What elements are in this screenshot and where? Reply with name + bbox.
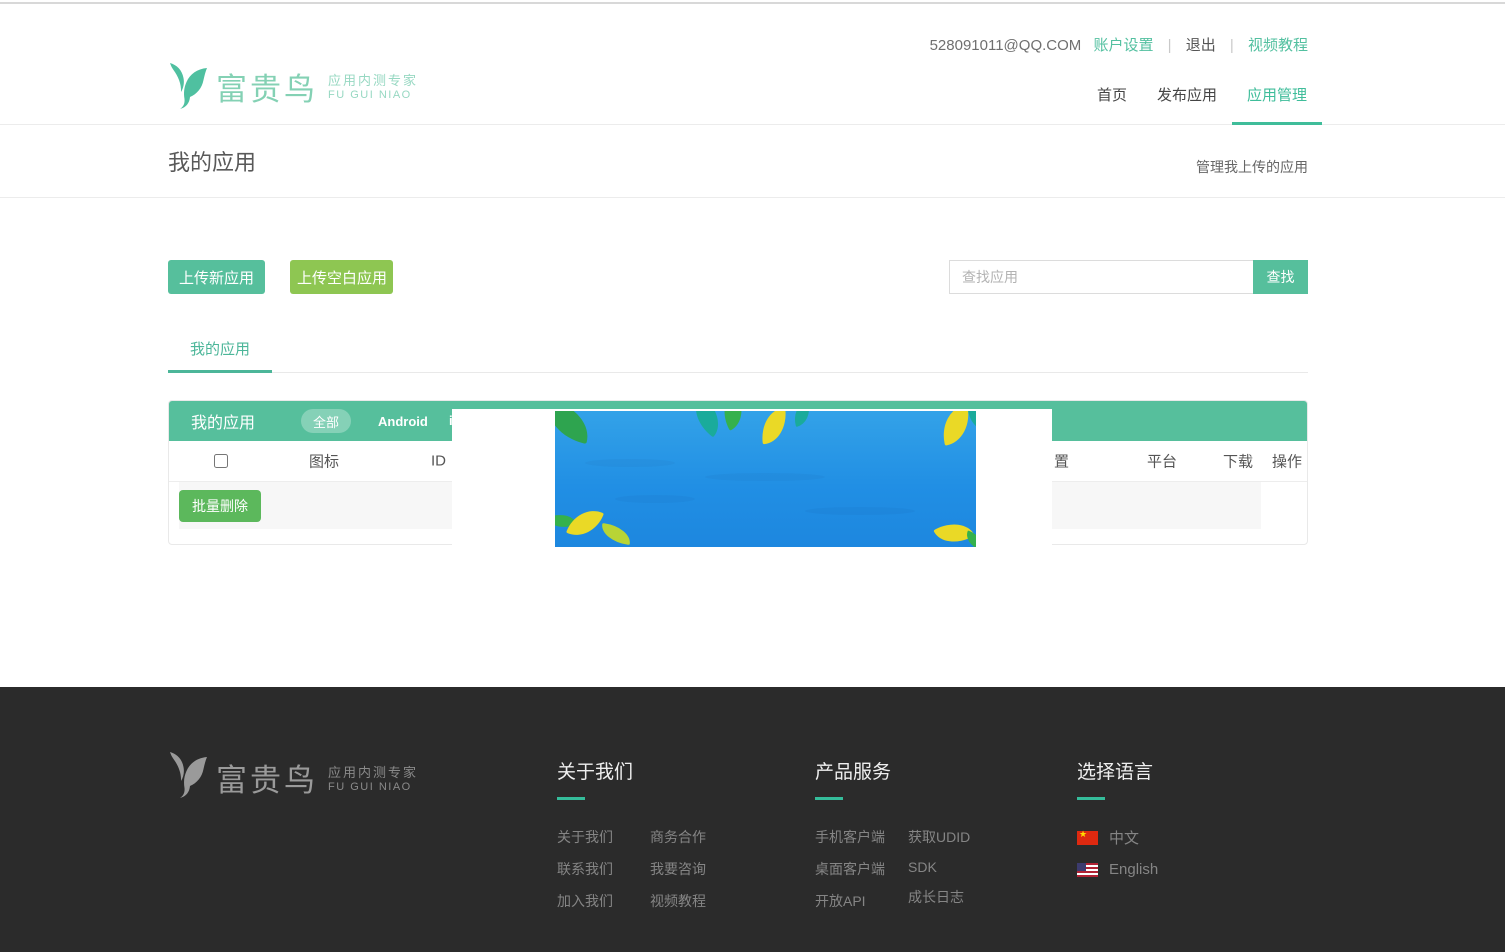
footer-link-about-us[interactable]: 关于我们	[557, 827, 650, 847]
bird-logo-icon	[168, 62, 208, 110]
video-tutorial-link[interactable]: 视频教程	[1248, 37, 1308, 54]
account-settings-link[interactable]: 账户设置	[1093, 37, 1153, 54]
footer-link-mobile-client[interactable]: 手机客户端	[815, 827, 908, 847]
site-header: 528091011@QQ.COM 账户设置 | 退出 | 视频教程 富贵鸟 应用…	[0, 4, 1505, 125]
nav-item-home[interactable]: 首页	[1082, 84, 1142, 125]
filter-android[interactable]: Android	[378, 414, 428, 429]
footer-brand-tagline-cn: 应用内测专家	[328, 765, 418, 781]
search-input[interactable]	[949, 260, 1253, 294]
page-title: 我的应用	[168, 145, 256, 177]
leaves-banner-image	[555, 411, 976, 547]
select-all-checkbox[interactable]	[214, 454, 228, 468]
tab-bar: 我的应用	[168, 338, 1308, 373]
column-header-download: 下载	[1223, 451, 1253, 472]
floating-banner-overlay	[452, 409, 1052, 547]
footer-heading-language: 选择语言	[1077, 757, 1158, 784]
nav-item-publish-app[interactable]: 发布应用	[1142, 84, 1232, 125]
language-option-chinese[interactable]: 中文	[1077, 827, 1158, 848]
bird-logo-icon	[168, 751, 208, 804]
us-flag-icon	[1077, 863, 1098, 877]
footer-brand-tagline-en: FU GUI NIAO	[328, 781, 418, 795]
footer-link-desktop-client[interactable]: 桌面客户端	[815, 859, 908, 879]
footer-heading-products: 产品服务	[815, 757, 1001, 784]
footer-link-open-api[interactable]: 开放API	[815, 891, 908, 911]
footer-column-about: 关于我们 关于我们 联系我们 加入我们 商务合作 我要咨询 视频教程	[557, 757, 743, 923]
leaf-icon	[715, 411, 751, 431]
footer-link-changelog[interactable]: 成长日志	[908, 887, 1001, 907]
heading-underline	[557, 797, 585, 800]
column-header-icon: 图标	[309, 451, 339, 472]
page-hint: 管理我上传的应用	[1196, 157, 1308, 177]
column-header-action: 操作	[1272, 451, 1302, 472]
column-header-platform: 平台	[1147, 451, 1177, 472]
filter-all[interactable]: 全部	[301, 409, 351, 433]
footer-heading-about: 关于我们	[557, 757, 743, 784]
separator: |	[1158, 37, 1182, 54]
footer-link-consult[interactable]: 我要咨询	[650, 859, 743, 879]
brand-logo[interactable]: 富贵鸟 应用内测专家 FU GUI NIAO	[168, 62, 418, 110]
footer-link-contact-us[interactable]: 联系我们	[557, 859, 650, 879]
footer-link-get-udid[interactable]: 获取UDID	[908, 827, 1001, 847]
nav-item-app-management[interactable]: 应用管理	[1232, 84, 1322, 125]
batch-delete-button[interactable]: 批量删除	[179, 490, 261, 522]
upload-blank-app-button[interactable]: 上传空白应用	[290, 260, 393, 294]
language-option-english[interactable]: English	[1077, 861, 1158, 878]
footer-link-sdk[interactable]: SDK	[908, 859, 1001, 875]
upload-buttons: 上传新应用 上传空白应用	[168, 260, 393, 294]
footer-brand-name: 富贵鸟	[216, 755, 318, 800]
search-box: 查找	[949, 260, 1308, 294]
heading-underline	[1077, 797, 1105, 800]
cn-flag-icon	[1077, 831, 1098, 845]
heading-underline	[815, 797, 843, 800]
separator: |	[1220, 37, 1244, 54]
brand-tagline-cn: 应用内测专家	[328, 73, 418, 89]
site-footer: 富贵鸟 应用内测专家 FU GUI NIAO 关于我们 关于我们 联系我们 加入…	[0, 687, 1505, 952]
search-button[interactable]: 查找	[1253, 260, 1308, 294]
footer-column-language: 选择语言 中文 English	[1077, 757, 1158, 891]
logout-link[interactable]: 退出	[1186, 37, 1216, 54]
account-bar: 528091011@QQ.COM 账户设置 | 退出 | 视频教程	[930, 34, 1308, 55]
upload-new-app-button[interactable]: 上传新应用	[168, 260, 265, 294]
leaf-icon	[566, 503, 604, 543]
footer-link-business-cooperation[interactable]: 商务合作	[650, 827, 743, 847]
tab-my-apps[interactable]: 我的应用	[168, 338, 272, 372]
footer-brand-logo: 富贵鸟 应用内测专家 FU GUI NIAO	[168, 751, 418, 804]
brand-tagline-en: FU GUI NIAO	[328, 89, 418, 103]
leaf-icon	[685, 411, 729, 437]
footer-link-join-us[interactable]: 加入我们	[557, 891, 650, 911]
column-header-partial: 置	[1054, 451, 1069, 472]
page-title-bar: 我的应用 管理我上传的应用	[0, 125, 1505, 198]
column-header-id: ID	[431, 453, 446, 470]
leaf-icon	[555, 411, 594, 444]
footer-link-video-tutorial[interactable]: 视频教程	[650, 891, 743, 911]
footer-column-products: 产品服务 手机客户端 桌面客户端 开放API 获取UDID SDK 成长日志	[815, 757, 1001, 923]
panel-title: 我的应用	[191, 409, 255, 433]
brand-name: 富贵鸟	[216, 64, 318, 109]
leaf-icon	[600, 523, 632, 545]
main-nav: 首页 发布应用 应用管理	[1082, 84, 1322, 125]
leaf-icon	[790, 411, 813, 427]
leaf-icon	[759, 411, 788, 444]
account-email: 528091011@QQ.COM	[930, 37, 1082, 54]
